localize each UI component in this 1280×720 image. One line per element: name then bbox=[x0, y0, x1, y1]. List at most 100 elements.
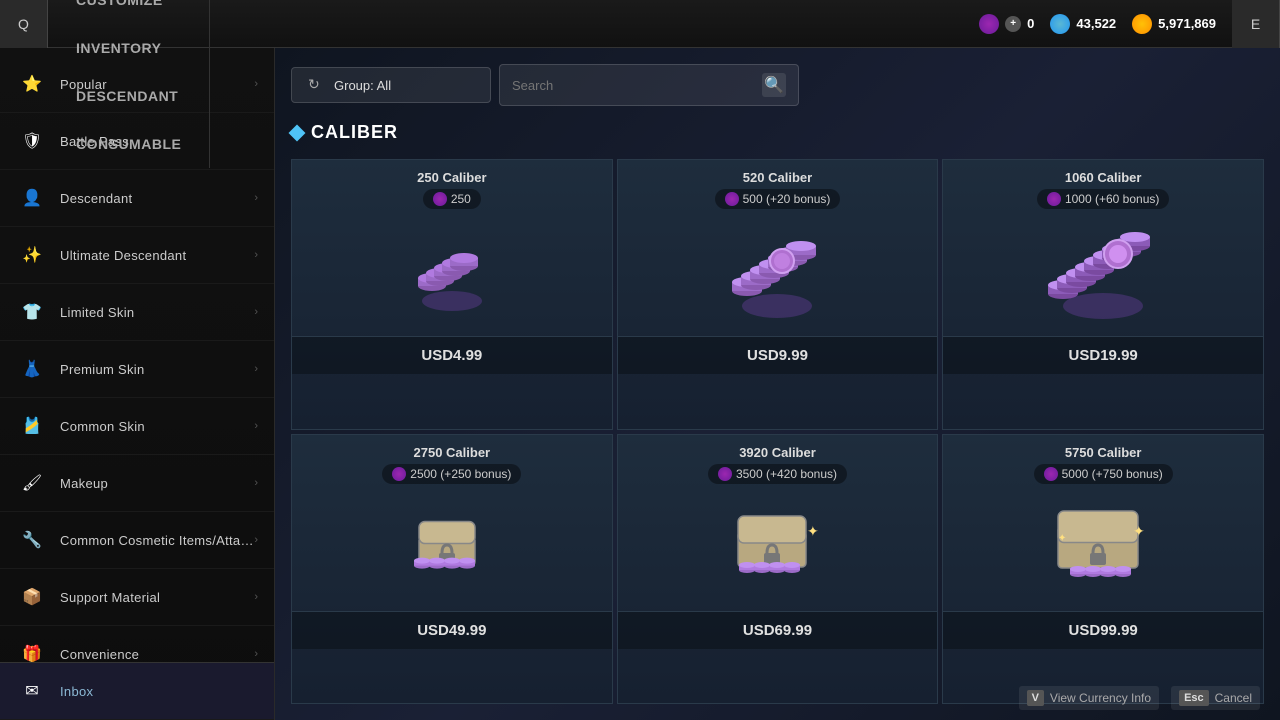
item-name-3920-caliber: 3920 Caliber bbox=[628, 445, 928, 460]
item-visual-520-caliber bbox=[618, 216, 938, 336]
item-visual-250-caliber bbox=[292, 216, 612, 336]
view-currency-label: View Currency Info bbox=[1050, 691, 1151, 705]
sidebar-icon-common-skin: 🎽 bbox=[16, 410, 48, 442]
section-diamond-icon bbox=[289, 124, 306, 141]
currency-value-gold: 5,971,869 bbox=[1158, 16, 1216, 31]
sidebar-chevron-convenience: › bbox=[254, 648, 258, 660]
coin-icon-250-caliber bbox=[433, 192, 447, 206]
sidebar-label-convenience: Convenience bbox=[60, 647, 254, 662]
sidebar-chevron-makeup: › bbox=[254, 477, 258, 489]
sidebar-item-support-material[interactable]: 📦 Support Material › bbox=[0, 569, 274, 626]
item-visual-1060-caliber bbox=[943, 216, 1263, 336]
item-price-badge-520-caliber: 500 (+20 bonus) bbox=[715, 189, 841, 209]
sidebar-chevron-support-material: › bbox=[254, 591, 258, 603]
sidebar-chevron-cosmetic-items: › bbox=[254, 534, 258, 546]
item-card-1060-caliber[interactable]: 1060 Caliber 1000 (+60 bonus) bbox=[942, 159, 1264, 430]
sidebar-icon-popular: ⭐ bbox=[16, 68, 48, 100]
coin-icon-5750-caliber bbox=[1044, 467, 1058, 481]
sidebar-item-descendant[interactable]: 👤 Descendant › bbox=[0, 170, 274, 227]
item-price-badge-5750-caliber: 5000 (+750 bonus) bbox=[1034, 464, 1173, 484]
currency-icon-gold bbox=[1132, 14, 1152, 34]
sidebar-icon-descendant: 👤 bbox=[16, 182, 48, 214]
refresh-icon: ↻ bbox=[308, 76, 326, 94]
sidebar-label-limited-skin: Limited Skin bbox=[60, 305, 254, 320]
svg-text:✦: ✦ bbox=[1133, 523, 1145, 539]
cancel-label: Cancel bbox=[1215, 691, 1252, 705]
item-visual-3920-caliber: ✦ bbox=[618, 491, 938, 611]
sidebar-item-makeup[interactable]: 🖌 Makeup › bbox=[0, 455, 274, 512]
bottom-bar: V View Currency Info Esc Cancel bbox=[999, 676, 1280, 720]
sidebar-item-premium-skin[interactable]: 👗 Premium Skin › bbox=[0, 341, 274, 398]
item-card-5750-caliber[interactable]: 5750 Caliber 5000 (+750 bonus) bbox=[942, 434, 1264, 705]
nav-tab-customize[interactable]: Customize bbox=[48, 0, 210, 24]
sidebar-icon-cosmetic-items: 🔧 bbox=[16, 524, 48, 556]
svg-text:✦: ✦ bbox=[1058, 533, 1066, 544]
coin-icon-3920-caliber bbox=[718, 467, 732, 481]
sidebar-item-limited-skin[interactable]: 👕 Limited Skin › bbox=[0, 284, 274, 341]
sidebar-label-makeup: Makeup bbox=[60, 476, 254, 491]
nav-tab-consumable[interactable]: Consumable bbox=[48, 120, 210, 168]
currency-icon-blue bbox=[1050, 14, 1070, 34]
section-header: Caliber bbox=[291, 122, 1264, 143]
view-currency-key: V bbox=[1027, 690, 1044, 706]
item-visual-5750-caliber: ✦ ✦ bbox=[943, 491, 1263, 611]
item-card-250-caliber[interactable]: 250 Caliber 250 bbox=[291, 159, 613, 430]
view-currency-info-button[interactable]: V View Currency Info bbox=[1019, 686, 1160, 710]
filter-bar: ↻ Group: All 🔍 bbox=[291, 64, 1264, 106]
item-card-3920-caliber[interactable]: 3920 Caliber 3500 (+420 bonus) bbox=[617, 434, 939, 705]
sidebar-item-cosmetic-items[interactable]: 🔧 Common Cosmetic Items/Atta… › bbox=[0, 512, 274, 569]
currency-add-purple[interactable]: + bbox=[1005, 16, 1021, 32]
currency-blue: 43,522 bbox=[1050, 14, 1116, 34]
currency-gold: 5,971,869 bbox=[1132, 14, 1216, 34]
item-card-2750-caliber[interactable]: 2750 Caliber 2500 (+250 bonus) bbox=[291, 434, 613, 705]
sidebar-item-convenience[interactable]: 🎁 Convenience › bbox=[0, 626, 274, 662]
item-visual-2750-caliber bbox=[292, 491, 612, 611]
item-price-footer-250-caliber: USD4.99 bbox=[292, 336, 612, 374]
search-container: 🔍 bbox=[499, 64, 799, 106]
sidebar-chevron-limited-skin: › bbox=[254, 306, 258, 318]
sidebar-icon-makeup: 🖌 bbox=[16, 467, 48, 499]
sidebar-item-inbox[interactable]: ✉ Inbox bbox=[0, 663, 274, 720]
search-input[interactable] bbox=[512, 78, 762, 93]
sidebar-chevron-common-skin: › bbox=[254, 420, 258, 432]
cancel-button[interactable]: Esc Cancel bbox=[1171, 686, 1260, 710]
sidebar-chevron-popular: › bbox=[254, 78, 258, 90]
sidebar-inbox-label: Inbox bbox=[60, 684, 258, 699]
nav-tab-inventory[interactable]: Inventory bbox=[48, 24, 210, 72]
top-nav: Q ShopBattle PassCustomizeInventoryDesce… bbox=[0, 0, 1280, 48]
nav-tab-descendant[interactable]: Descendant bbox=[48, 72, 210, 120]
currency-value-blue: 43,522 bbox=[1076, 16, 1116, 31]
item-price-footer-1060-caliber: USD19.99 bbox=[943, 336, 1263, 374]
sidebar-icon-convenience: 🎁 bbox=[16, 638, 48, 662]
sidebar-chevron-ultimate-descendant: › bbox=[254, 249, 258, 261]
item-price-footer-520-caliber: USD9.99 bbox=[618, 336, 938, 374]
item-price-footer-5750-caliber: USD99.99 bbox=[943, 611, 1263, 649]
nav-right-icon[interactable]: E bbox=[1232, 0, 1280, 48]
search-button[interactable]: 🔍 bbox=[762, 73, 786, 97]
item-card-top-2750-caliber: 2750 Caliber 2500 (+250 bonus) bbox=[292, 435, 612, 491]
sidebar-icon-limited-skin: 👕 bbox=[16, 296, 48, 328]
group-filter-button[interactable]: ↻ Group: All bbox=[291, 67, 491, 103]
coin-icon-2750-caliber bbox=[392, 467, 406, 481]
sidebar-label-ultimate-descendant: Ultimate Descendant bbox=[60, 248, 254, 263]
inbox-icon: ✉ bbox=[16, 675, 48, 707]
currency-display: + 0 43,522 5,971,869 bbox=[979, 14, 1232, 34]
item-card-520-caliber[interactable]: 520 Caliber 500 (+20 bonus) bbox=[617, 159, 939, 430]
sidebar-label-common-skin: Common Skin bbox=[60, 419, 254, 434]
item-card-top-5750-caliber: 5750 Caliber 5000 (+750 bonus) bbox=[943, 435, 1263, 491]
content-area: ↻ Group: All 🔍 Caliber 250 Caliber 250 bbox=[275, 48, 1280, 720]
item-price-badge-1060-caliber: 1000 (+60 bonus) bbox=[1037, 189, 1169, 209]
currency-value-purple: 0 bbox=[1027, 16, 1034, 31]
item-name-2750-caliber: 2750 Caliber bbox=[302, 445, 602, 460]
currency-icon-purple bbox=[979, 14, 999, 34]
section-title: Caliber bbox=[311, 122, 398, 143]
item-card-top-250-caliber: 250 Caliber 250 bbox=[292, 160, 612, 216]
nav-left-icon[interactable]: Q bbox=[0, 0, 48, 48]
item-name-1060-caliber: 1060 Caliber bbox=[953, 170, 1253, 185]
nav-tabs: ShopBattle PassCustomizeInventoryDescend… bbox=[48, 0, 210, 168]
sidebar-item-ultimate-descendant[interactable]: ✨ Ultimate Descendant › bbox=[0, 227, 274, 284]
coin-icon-1060-caliber bbox=[1047, 192, 1061, 206]
sidebar-item-common-skin[interactable]: 🎽 Common Skin › bbox=[0, 398, 274, 455]
sidebar-label-premium-skin: Premium Skin bbox=[60, 362, 254, 377]
item-card-top-1060-caliber: 1060 Caliber 1000 (+60 bonus) bbox=[943, 160, 1263, 216]
